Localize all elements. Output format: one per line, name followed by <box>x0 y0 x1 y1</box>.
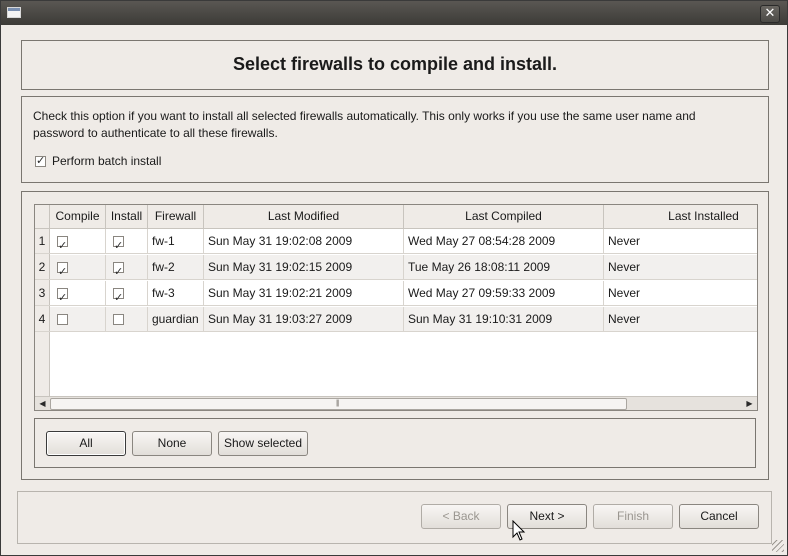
select-none-button[interactable]: None <box>132 431 212 456</box>
firewall-name: fw-3 <box>148 281 204 306</box>
install-checkbox[interactable] <box>113 286 124 306</box>
table-header: Compile Install Firewall Last Modified L… <box>35 205 757 229</box>
window-icon <box>7 7 21 18</box>
last-compiled: Sun May 31 19:10:31 2009 <box>404 307 604 332</box>
install-cell[interactable] <box>106 255 148 280</box>
resize-grip-icon[interactable] <box>772 540 784 552</box>
last-compiled: Wed May 27 09:59:33 2009 <box>404 281 604 306</box>
page-title: Select firewalls to compile and install. <box>232 54 558 74</box>
batch-install-checkbox[interactable] <box>35 154 46 168</box>
column-header-last-compiled[interactable]: Last Compiled <box>404 205 604 228</box>
cancel-button-label: Cancel <box>700 509 738 523</box>
last-compiled: Wed May 27 08:54:28 2009 <box>404 229 604 254</box>
install-cell[interactable] <box>106 281 148 306</box>
firewall-name: fw-1 <box>148 229 204 254</box>
finish-button[interactable]: Finish <box>593 504 673 529</box>
last-modified: Sun May 31 19:03:27 2009 <box>204 307 404 332</box>
back-button[interactable]: < Back <box>421 504 501 529</box>
install-checkbox[interactable] <box>113 234 124 254</box>
scrollbar-thumb[interactable]: ||| <box>50 398 627 410</box>
last-installed: Never <box>608 260 641 274</box>
show-selected-button[interactable]: Show selected <box>218 431 308 456</box>
last-modified: Sun May 31 19:02:21 2009 <box>204 281 404 306</box>
column-header-last-modified[interactable]: Last Modified <box>204 205 404 228</box>
select-all-button[interactable]: All <box>46 431 126 456</box>
compile-cell[interactable] <box>50 229 106 254</box>
row-number-header <box>35 205 50 228</box>
compile-cell[interactable] <box>50 281 106 306</box>
compile-checkbox[interactable] <box>57 234 68 254</box>
column-header-last-installed[interactable]: Last Installed <box>604 205 757 228</box>
row-number: 1 <box>35 229 50 253</box>
last-modified: Sun May 31 19:02:15 2009 <box>204 255 404 280</box>
table-row[interactable]: 3 fw-3 Sun May 31 19:02:21 2009 Wed May … <box>35 281 757 306</box>
table-row[interactable]: 4 guardian Sun May 31 19:03:27 2009 Sun … <box>35 307 757 332</box>
firewall-name: fw-2 <box>148 255 204 280</box>
firewall-selection-panel: Compile Install Firewall Last Modified L… <box>21 191 769 480</box>
row-number: 2 <box>35 255 50 279</box>
last-installed: Never <box>608 312 641 326</box>
batch-install-option[interactable]: Perform batch install <box>35 154 161 168</box>
mouse-pointer-icon <box>512 520 526 541</box>
table-row[interactable]: 2 fw-2 Sun May 31 19:02:15 2009 Tue May … <box>35 255 757 280</box>
compile-cell[interactable] <box>50 307 106 332</box>
compile-checkbox[interactable] <box>57 314 68 326</box>
arrow-left-icon[interactable]: ◀ <box>36 397 49 410</box>
table-row[interactable]: 1 fw-1 Sun May 31 19:02:08 2009 Wed May … <box>35 229 757 254</box>
batch-install-description: Check this option if you want to install… <box>33 109 696 140</box>
compile-checkbox[interactable] <box>57 260 68 280</box>
last-installed: Never <box>608 286 641 300</box>
row-number: 3 <box>35 281 50 305</box>
compile-cell[interactable] <box>50 255 106 280</box>
finish-button-label: Finish <box>616 509 649 523</box>
column-header-install[interactable]: Install <box>106 205 148 228</box>
batch-options-panel: Check this option if you want to install… <box>21 96 769 183</box>
horizontal-scrollbar[interactable]: ◀ ||| ▶ <box>35 396 757 410</box>
next-button-label: Next > <box>529 509 565 523</box>
firewall-name: guardian <box>148 307 204 332</box>
back-button-label: < Back <box>442 509 480 523</box>
header-panel: Select firewalls to compile and install. <box>21 40 769 90</box>
arrow-right-icon[interactable]: ▶ <box>743 397 756 410</box>
title-bar[interactable]: ✕ <box>1 1 787 25</box>
install-cell[interactable] <box>106 229 148 254</box>
cancel-button[interactable]: Cancel <box>679 504 759 529</box>
install-cell[interactable] <box>106 307 148 332</box>
last-modified: Sun May 31 19:02:08 2009 <box>204 229 404 254</box>
row-number: 4 <box>35 307 50 331</box>
close-icon[interactable]: ✕ <box>760 5 780 23</box>
compile-checkbox[interactable] <box>57 286 68 306</box>
wizard-window: ✕ Select firewalls to compile and instal… <box>0 0 788 556</box>
navigation-bar: < Back Next > Finish Cancel <box>17 491 772 544</box>
last-installed: Never <box>608 234 641 248</box>
firewall-table: Compile Install Firewall Last Modified L… <box>34 204 758 411</box>
column-header-firewall[interactable]: Firewall <box>148 205 204 228</box>
scrollbar-grip-icon: ||| <box>336 400 340 407</box>
install-checkbox[interactable] <box>113 314 124 326</box>
last-compiled: Tue May 26 18:08:11 2009 <box>404 255 604 280</box>
batch-install-label: Perform batch install <box>52 154 162 168</box>
selection-button-group: All None Show selected <box>34 418 756 468</box>
column-header-compile[interactable]: Compile <box>50 205 106 228</box>
install-checkbox[interactable] <box>113 260 124 280</box>
